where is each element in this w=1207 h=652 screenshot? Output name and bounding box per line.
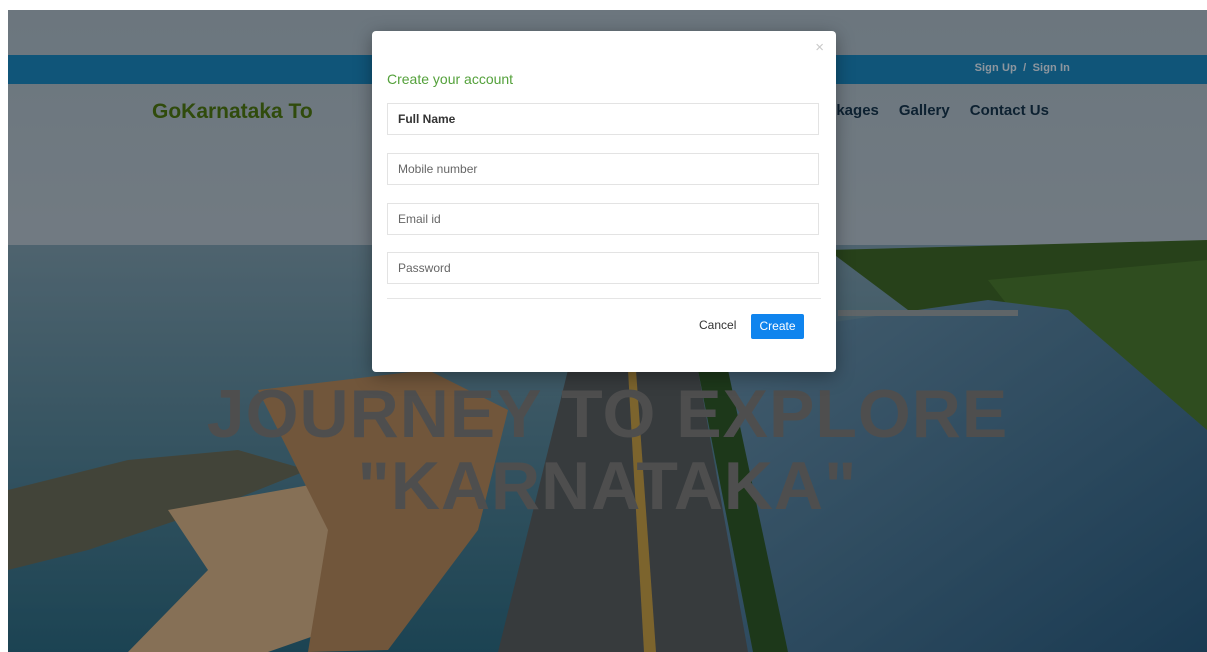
password-input[interactable]: Password [387, 252, 819, 284]
close-icon[interactable]: × [815, 40, 824, 55]
mobile-number-input[interactable]: Mobile number [387, 153, 819, 185]
create-button[interactable]: Create [751, 314, 804, 339]
create-account-modal: × Create your account Full Name Mobile n… [372, 31, 836, 372]
email-id-input[interactable]: Email id [387, 203, 819, 235]
full-name-input[interactable]: Full Name [387, 103, 819, 135]
modal-footer-divider [387, 298, 821, 299]
cancel-button[interactable]: Cancel [699, 318, 736, 332]
modal-title: Create your account [387, 71, 514, 87]
